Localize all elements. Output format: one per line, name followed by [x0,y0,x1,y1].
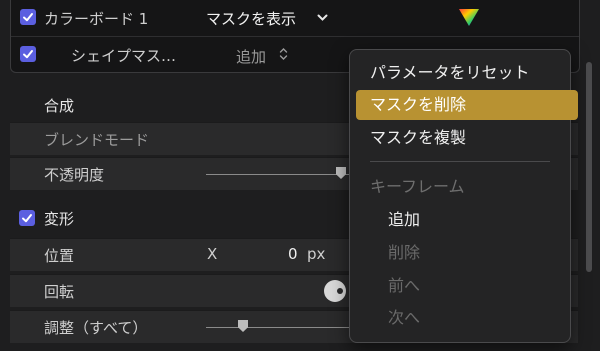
scale-slider-thumb[interactable] [238,320,248,332]
shape-mask-label: シェイプマス… [71,47,177,65]
scale-slider[interactable] [206,327,356,328]
shape-mask-checkbox[interactable] [20,46,36,62]
menu-item-keyframe-previous: 前へ [388,276,421,295]
position-axis-label: X [207,245,218,263]
opacity-label: 不透明度 [44,166,105,184]
rotation-dial-icon[interactable] [323,279,347,303]
position-unit: px [307,245,326,263]
menu-item-keyframe-next: 次へ [388,308,421,327]
stepper-icon[interactable] [279,47,288,61]
effect-enable-checkbox[interactable] [20,9,36,25]
opacity-slider[interactable] [206,174,356,175]
menu-item-duplicate-mask[interactable]: マスクを複製 [356,123,578,153]
position-x-value[interactable]: 0 [288,245,298,263]
menu-item-reset-parameter[interactable]: パラメータをリセット [356,58,578,88]
opacity-slider-thumb[interactable] [336,167,346,179]
transform-checkbox[interactable] [19,210,35,226]
checkmark-icon [23,50,33,59]
effect-name: カラーボード 1 [44,10,149,28]
menu-item-keyframe-add[interactable]: 追加 [356,205,596,235]
checkmark-icon [22,214,32,223]
transform-heading: 変形 [44,210,75,228]
composite-heading: 合成 [44,97,75,115]
menu-item-delete-mask[interactable]: マスクを削除 [356,90,578,120]
mask-menu-button[interactable]: マスクを表示 [206,8,296,29]
menu-header-keyframe: キーフレーム [370,177,465,196]
rotation-label: 回転 [44,283,75,301]
scale-all-label: 調整（すべて） [44,319,148,337]
mask-mode-popup[interactable]: 追加 [236,46,266,67]
color-board-icon[interactable] [458,7,480,27]
position-label: 位置 [44,247,75,265]
row-divider [11,36,579,37]
chevron-down-icon[interactable] [317,14,328,22]
blend-mode-label: ブレンドモード [44,131,150,149]
menu-divider [370,161,550,162]
context-menu: パラメータをリセット マスクを削除 マスクを複製 キーフレーム 追加 削除 前へ… [349,49,578,343]
menu-item-keyframe-delete: 削除 [388,243,421,262]
checkmark-icon [23,13,33,22]
